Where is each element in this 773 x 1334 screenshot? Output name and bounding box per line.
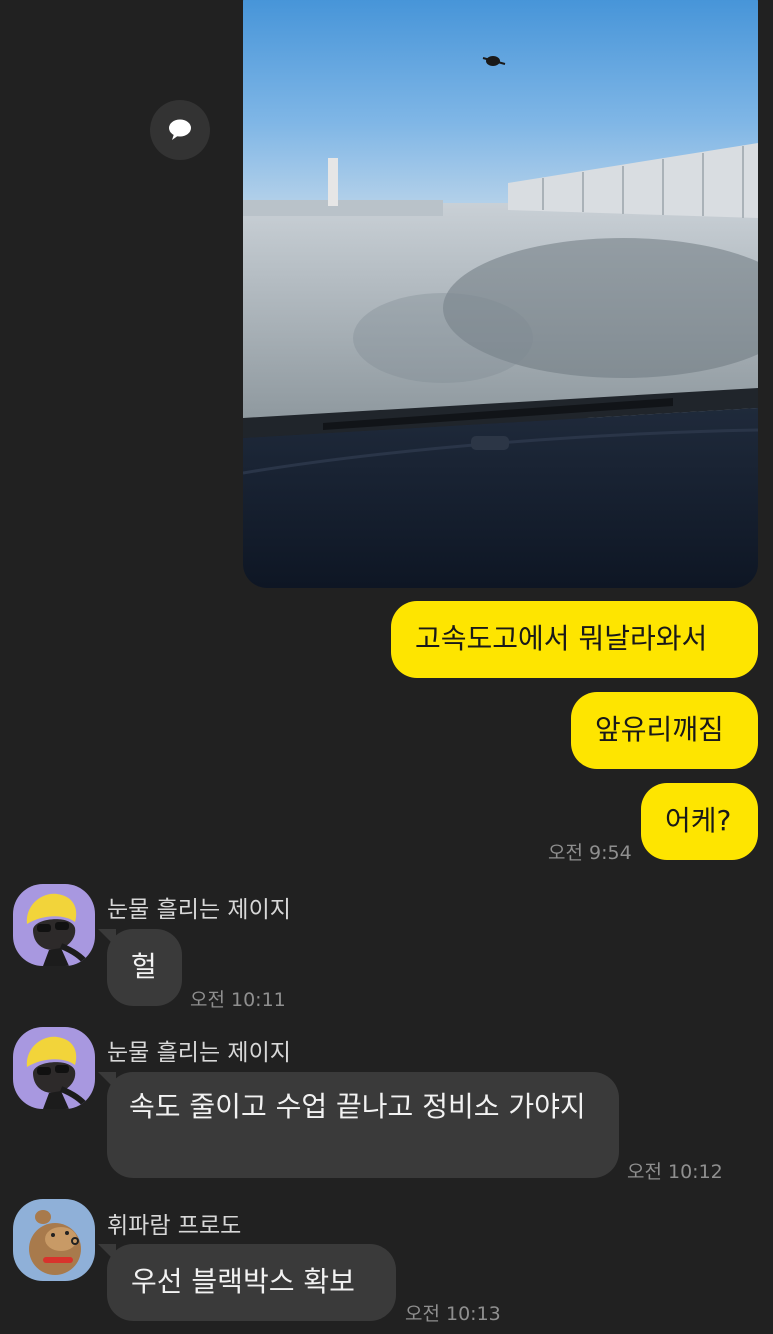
sender-name: 눈물 흘리는 제이지 — [107, 1040, 291, 1066]
windshield-photo — [243, 0, 758, 588]
sent-message-bubble[interactable]: 고속도고에서 뭐날라와서 — [391, 601, 758, 678]
message-text: 고속도고에서 뭐날라와서 — [415, 622, 708, 655]
message-text: 헐 — [131, 950, 157, 983]
chat-room: 고속도고에서 뭐날라와서 앞유리깨짐 어케? 오전 9:54 눈물 흘리는 제이… — [0, 0, 773, 1334]
message-text: 앞유리깨짐 — [595, 713, 724, 746]
jay-g-crying-avatar — [13, 884, 95, 966]
frodo-whistling-avatar — [13, 1199, 95, 1281]
profile-avatar[interactable] — [13, 1199, 95, 1281]
photo-message[interactable] — [243, 0, 758, 588]
message-timestamp: 오전 9:54 — [548, 842, 632, 864]
sender-name: 눈물 흘리는 제이지 — [107, 897, 291, 923]
speech-bubble-icon — [169, 119, 191, 140]
profile-avatar[interactable] — [13, 884, 95, 966]
received-message-bubble[interactable]: 우선 블랙박스 확보 — [98, 1244, 396, 1321]
profile-avatar[interactable] — [13, 1027, 95, 1109]
message-timestamp: 오전 10:12 — [627, 1161, 723, 1183]
message-text: 속도 줄이고 수업 끝나고 정비소 가야지 — [129, 1090, 586, 1123]
share-button[interactable] — [150, 100, 210, 160]
sender-name: 휘파람 프로도 — [107, 1213, 242, 1239]
message-text: 우선 블랙박스 확보 — [131, 1265, 355, 1298]
sent-message-bubble[interactable]: 어케? — [641, 783, 758, 860]
received-message-bubble[interactable]: 속도 줄이고 수업 끝나고 정비소 가야지 — [98, 1072, 619, 1178]
sent-message-bubble[interactable]: 앞유리깨짐 — [571, 692, 758, 769]
message-timestamp: 오전 10:13 — [405, 1303, 501, 1325]
jay-g-crying-avatar — [13, 1027, 95, 1109]
message-text: 어케? — [665, 804, 732, 837]
received-message-bubble[interactable]: 헐 — [98, 929, 182, 1006]
message-timestamp: 오전 10:11 — [190, 989, 286, 1011]
